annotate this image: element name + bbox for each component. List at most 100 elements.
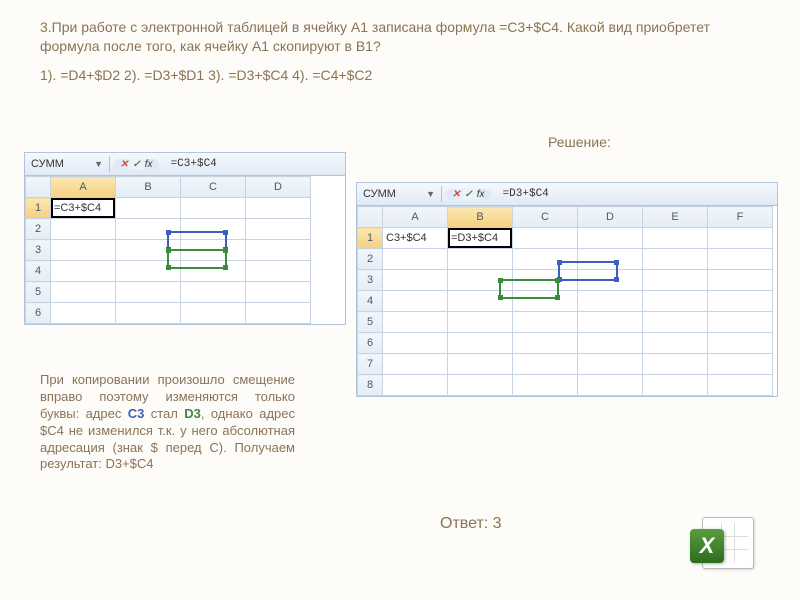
col-header[interactable]: B <box>116 177 181 198</box>
row-header[interactable]: 5 <box>26 282 51 303</box>
row-header[interactable]: 4 <box>26 261 51 282</box>
row-header[interactable]: 3 <box>26 240 51 261</box>
cell[interactable] <box>181 219 246 240</box>
cell[interactable] <box>448 249 513 270</box>
cell[interactable] <box>181 261 246 282</box>
dropdown-icon[interactable]: ▼ <box>94 159 103 169</box>
cell[interactable] <box>643 312 708 333</box>
cell[interactable] <box>708 291 773 312</box>
cell[interactable] <box>181 240 246 261</box>
formula-bar[interactable]: =D3+$C4 <box>495 186 557 202</box>
cell[interactable] <box>246 261 311 282</box>
cell[interactable] <box>383 333 448 354</box>
cell[interactable] <box>643 333 708 354</box>
cell[interactable] <box>578 291 643 312</box>
cell[interactable] <box>578 270 643 291</box>
cell[interactable] <box>51 261 116 282</box>
col-header[interactable]: F <box>708 207 773 228</box>
col-header[interactable]: A <box>383 207 448 228</box>
cancel-icon[interactable]: ✕ <box>452 189 460 200</box>
name-box[interactable]: СУММ ▼ <box>357 186 442 202</box>
cell-a1[interactable]: =C3+$C4 <box>51 198 116 219</box>
cell[interactable] <box>448 333 513 354</box>
cell[interactable] <box>51 303 116 324</box>
cell[interactable] <box>51 282 116 303</box>
row-header[interactable]: 3 <box>358 270 383 291</box>
fx-icon[interactable]: fx <box>145 159 153 170</box>
row-header[interactable]: 6 <box>26 303 51 324</box>
cell[interactable] <box>116 261 181 282</box>
cell[interactable] <box>246 282 311 303</box>
spreadsheet-grid[interactable]: A B C D 1 =C3+$C4 2 3 4 5 6 <box>25 176 311 324</box>
cancel-icon[interactable]: ✕ <box>120 159 128 170</box>
col-header[interactable]: C <box>513 207 578 228</box>
formula-bar[interactable]: =C3+$C4 <box>163 156 225 172</box>
cell[interactable] <box>513 375 578 396</box>
dropdown-icon[interactable]: ▼ <box>426 189 435 199</box>
cell[interactable] <box>643 291 708 312</box>
col-header[interactable]: C <box>181 177 246 198</box>
select-all-corner[interactable] <box>26 177 51 198</box>
cell[interactable] <box>448 291 513 312</box>
cell[interactable] <box>513 333 578 354</box>
cell[interactable] <box>578 375 643 396</box>
name-box[interactable]: СУММ ▼ <box>25 156 110 172</box>
cell[interactable] <box>383 270 448 291</box>
cell[interactable] <box>643 249 708 270</box>
cell[interactable] <box>116 219 181 240</box>
cell[interactable] <box>578 333 643 354</box>
cell[interactable] <box>513 270 578 291</box>
cell[interactable] <box>383 354 448 375</box>
cell[interactable] <box>578 228 643 249</box>
cell[interactable] <box>383 249 448 270</box>
cell[interactable] <box>181 282 246 303</box>
cell[interactable] <box>246 303 311 324</box>
cell[interactable] <box>578 312 643 333</box>
col-header[interactable]: A <box>51 177 116 198</box>
row-header[interactable]: 8 <box>358 375 383 396</box>
cell[interactable] <box>116 240 181 261</box>
row-header[interactable]: 7 <box>358 354 383 375</box>
cell[interactable] <box>578 249 643 270</box>
cell[interactable] <box>383 291 448 312</box>
cell[interactable] <box>708 312 773 333</box>
cell[interactable] <box>448 354 513 375</box>
col-header[interactable]: D <box>578 207 643 228</box>
cell[interactable] <box>708 270 773 291</box>
cell[interactable] <box>708 354 773 375</box>
col-header[interactable]: E <box>643 207 708 228</box>
spreadsheet-grid[interactable]: A B C D E F 1 C3+$C4 =D3+$C4 2 3 4 5 6 7… <box>357 206 773 396</box>
fx-icon[interactable]: fx <box>477 189 485 200</box>
select-all-corner[interactable] <box>358 207 383 228</box>
cell[interactable] <box>116 198 181 219</box>
enter-icon[interactable]: ✓ <box>132 159 140 170</box>
row-header[interactable]: 5 <box>358 312 383 333</box>
col-header[interactable]: D <box>246 177 311 198</box>
cell-a1[interactable]: C3+$C4 <box>383 228 448 249</box>
cell[interactable] <box>513 228 578 249</box>
cell[interactable] <box>246 198 311 219</box>
cell[interactable] <box>448 270 513 291</box>
cell[interactable] <box>181 303 246 324</box>
cell[interactable] <box>513 291 578 312</box>
cell[interactable] <box>246 240 311 261</box>
cell[interactable] <box>51 240 116 261</box>
cell[interactable] <box>513 312 578 333</box>
cell[interactable] <box>708 333 773 354</box>
cell[interactable] <box>383 375 448 396</box>
cell-b1[interactable]: =D3+$C4 <box>448 228 513 249</box>
cell[interactable] <box>708 228 773 249</box>
cell[interactable] <box>51 219 116 240</box>
cell[interactable] <box>708 249 773 270</box>
row-header[interactable]: 6 <box>358 333 383 354</box>
col-header[interactable]: B <box>448 207 513 228</box>
cell[interactable] <box>448 312 513 333</box>
cell[interactable] <box>708 375 773 396</box>
cell[interactable] <box>181 198 246 219</box>
row-header[interactable]: 1 <box>358 228 383 249</box>
cell[interactable] <box>513 249 578 270</box>
cell[interactable] <box>643 354 708 375</box>
row-header[interactable]: 2 <box>26 219 51 240</box>
cell[interactable] <box>448 375 513 396</box>
cell[interactable] <box>246 219 311 240</box>
